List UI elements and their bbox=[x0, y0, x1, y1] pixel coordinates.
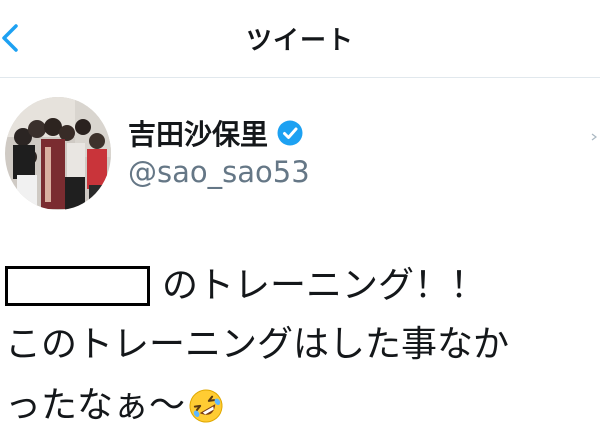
display-name-text: 吉田沙保里 bbox=[128, 118, 269, 151]
page-title: ツイート bbox=[245, 26, 354, 56]
avatar[interactable] bbox=[5, 97, 111, 210]
verified-badge-icon bbox=[277, 120, 303, 146]
tweet-text-segment: のトレーニング！！ bbox=[162, 265, 487, 306]
profile-photo bbox=[5, 97, 111, 210]
redaction-box bbox=[5, 266, 150, 306]
tweet-text-line-1: のトレーニング！！ bbox=[5, 264, 486, 308]
more-options-icon[interactable] bbox=[588, 128, 600, 141]
author-handle[interactable]: @sao_sao53 bbox=[128, 155, 310, 189]
top-navigation-bar: ツイート bbox=[0, 0, 600, 78]
rolling-on-the-floor-laughing-emoji bbox=[189, 389, 223, 423]
author-display-name[interactable]: 吉田沙保里 bbox=[128, 113, 304, 153]
tweet-text-line-3: ったなぁ〜 bbox=[5, 384, 225, 428]
tweet-text-line-2: このトレーニングはした事なか bbox=[5, 324, 510, 365]
tweet-text-segment: ったなぁ〜 bbox=[5, 385, 186, 426]
